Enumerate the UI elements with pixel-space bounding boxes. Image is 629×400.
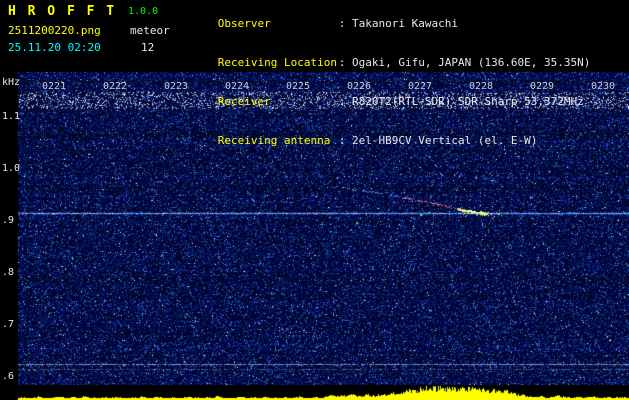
- mode-label: meteor: [130, 24, 170, 37]
- info-label: Receiver: [217, 95, 271, 108]
- info-value: : Takanori Kawachi: [338, 17, 458, 30]
- app-title: H R O F F T: [8, 4, 117, 19]
- x-tick-label: 0222: [102, 81, 128, 92]
- meteor-count: 12: [141, 41, 155, 54]
- info-label: Receiving antenna: [217, 134, 331, 147]
- x-tick-label: 0223: [163, 81, 189, 92]
- x-tick-label: 0228: [468, 81, 494, 92]
- y-tick-label: .8: [2, 267, 15, 278]
- x-tick-label: 0226: [346, 81, 372, 92]
- app-version: 1.0.0: [128, 6, 159, 17]
- y-tick-label: .7: [2, 319, 15, 330]
- info-label: Receiving Location: [217, 56, 337, 69]
- x-tick-label: 0224: [224, 81, 250, 92]
- y-tick-label: 1.0: [2, 163, 21, 174]
- info-label: Observer: [217, 17, 271, 30]
- info-row-observer: Observer : Takanori Kawachi: [178, 4, 590, 43]
- info-row-location: Receiving Location: Ogaki, Gifu, JAPAN (…: [178, 43, 591, 82]
- datetime-label: 25.11.20 02:20: [8, 41, 101, 54]
- y-tick-label: .6: [2, 371, 15, 382]
- x-tick-label: 0230: [590, 81, 616, 92]
- hrofft-window: H R O F F T 1.0.0 2511200220.png meteor …: [0, 0, 629, 400]
- x-tick-label: 0221: [41, 81, 67, 92]
- info-row-antenna: Receiving antenna : 2el-HB9CV Vertical (e…: [178, 121, 590, 160]
- x-tick-label: 0225: [285, 81, 311, 92]
- x-tick-label: 0229: [529, 81, 555, 92]
- x-tick-label: 0227: [407, 81, 433, 92]
- info-value: : 2el-HB9CV Vertical (el. E-W): [338, 134, 538, 147]
- info-value: : Ogaki, Gifu, JAPAN (136.60E, 35.35N): [338, 56, 591, 69]
- y-tick-label: 1.1: [2, 111, 21, 122]
- info-value: : R820T2(RTL-SDR) SDR-Sharp 53.372MHz: [338, 95, 584, 108]
- y-axis-unit-label: kHz: [2, 77, 21, 88]
- output-filename: 2511200220.png: [8, 24, 101, 37]
- y-tick-label: .9: [2, 215, 15, 226]
